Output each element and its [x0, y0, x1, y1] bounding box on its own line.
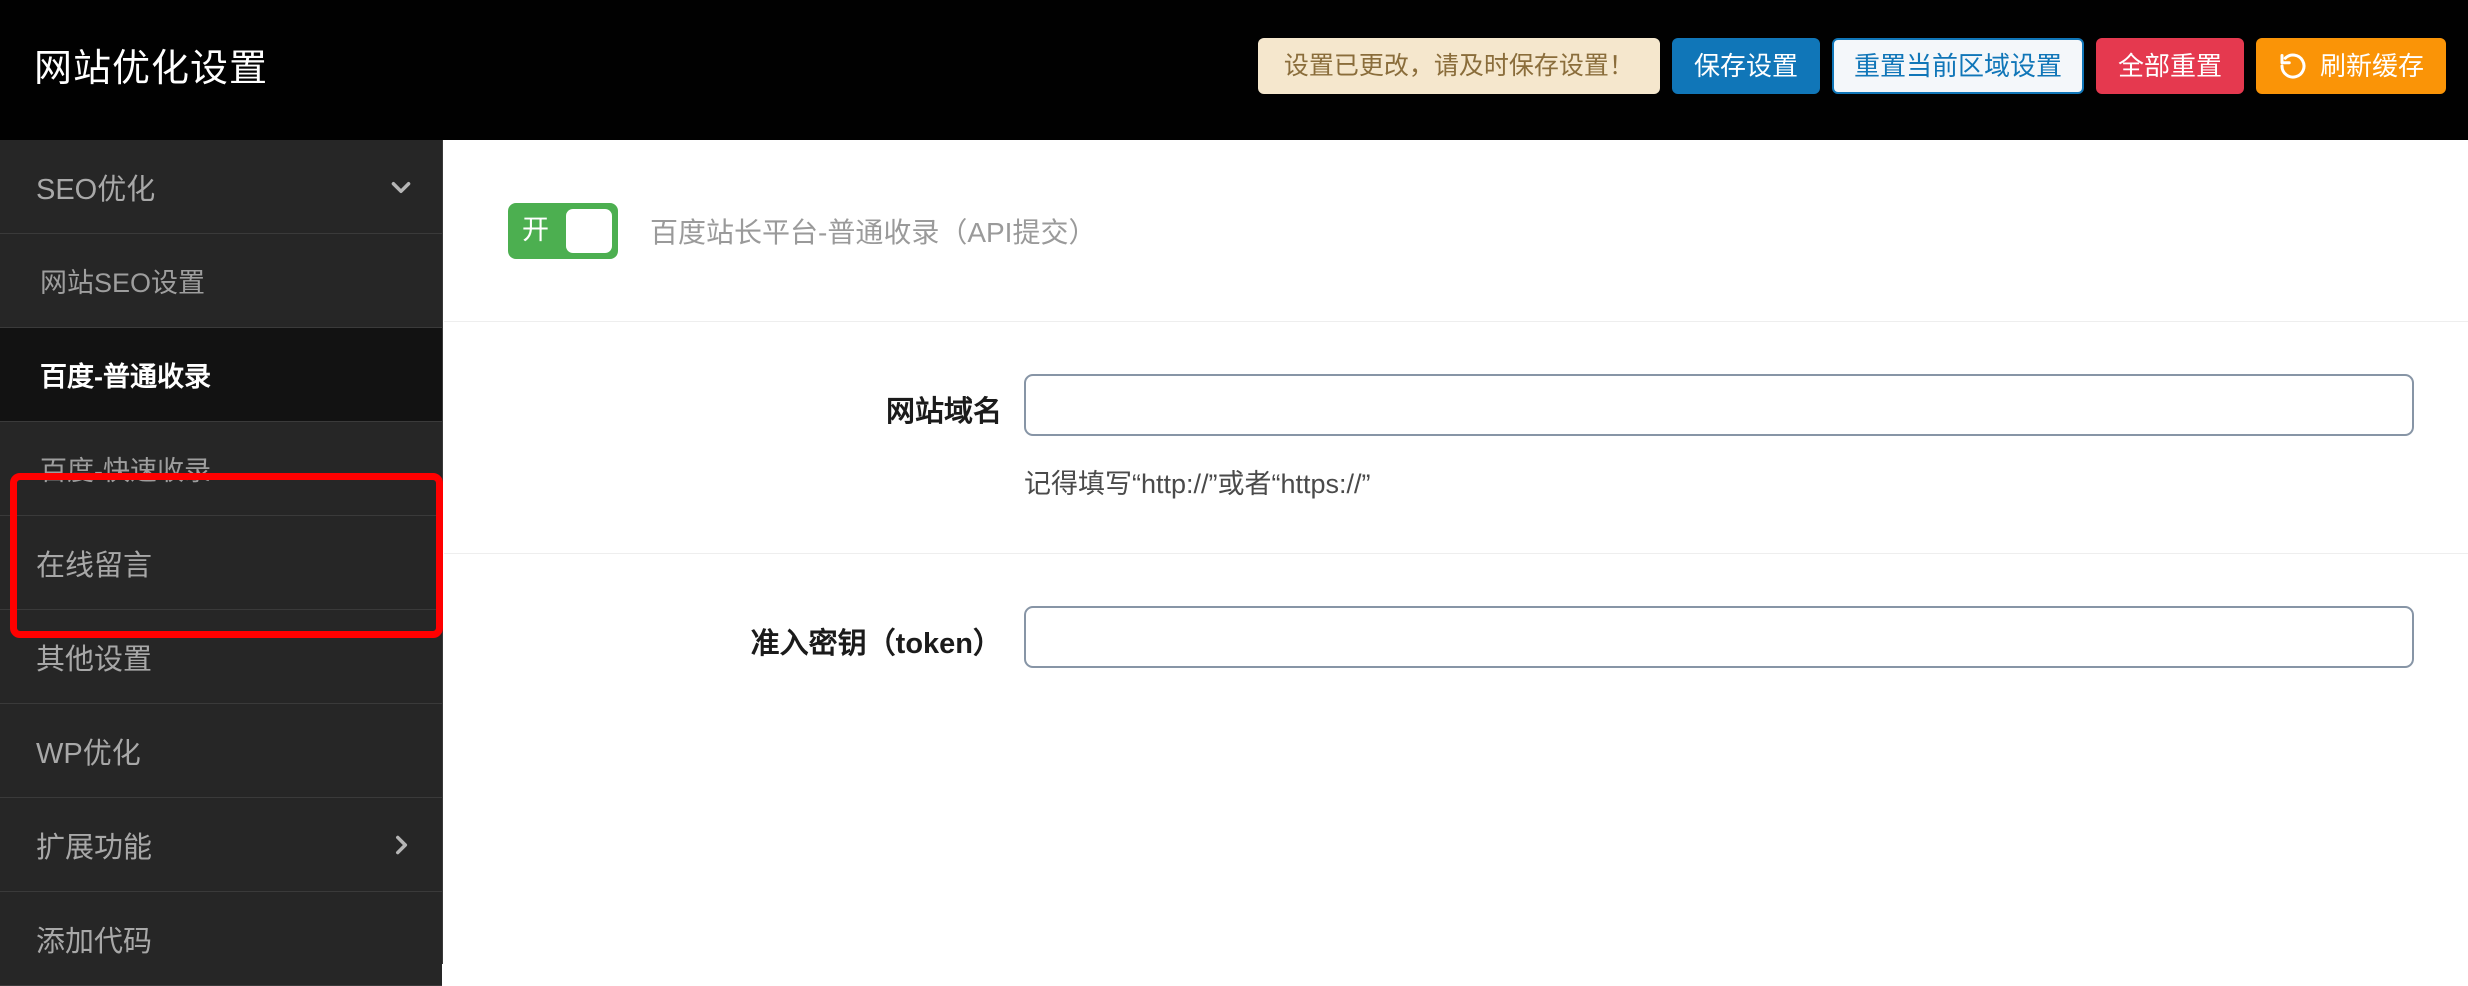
sidebar-nav: SEO优化 网站SEO设置 百度-普通收录 百度-快速收录 在线留言 其他设置 …: [0, 140, 443, 986]
settings-panel: 开 百度站长平台-普通收录（API提交） 网站域名 记得填写“http://”或…: [444, 140, 2468, 964]
baidu-normal-index-toggle[interactable]: 开: [508, 202, 618, 259]
refresh-cache-button[interactable]: 刷新缓存: [2255, 38, 2446, 94]
page-title: 网站优化设置: [34, 48, 269, 90]
sidebar-item-label: 百度-快速收录: [40, 456, 211, 486]
field-block-access-token: 准入密钥（token）: [444, 554, 2468, 716]
sidebar-item-online-message[interactable]: 在线留言: [0, 516, 442, 610]
sidebar-item-label: 网站SEO设置: [40, 268, 206, 298]
site-domain-help-text: 记得填写“http://”或者“https://”: [1024, 469, 1371, 499]
sidebar-item-label: 添加代码: [36, 925, 153, 958]
sidebar-item-wp-optimization[interactable]: WP优化: [0, 704, 442, 798]
toggle-knob: [566, 208, 612, 253]
sidebar-item-label: SEO优化: [36, 173, 156, 206]
refresh-ccw-icon: [2278, 51, 2308, 81]
header-action-group: 设置已更改，请及时保存设置！ 保存设置 重置当前区域设置 全部重置 刷新缓存: [1257, 38, 2446, 94]
module-enable-row: 开 百度站长平台-普通收录（API提交）: [444, 140, 2468, 322]
sidebar-item-label: 其他设置: [36, 643, 153, 676]
site-domain-label: 网站域名: [885, 396, 1002, 428]
module-title-label: 百度站长平台-普通收录（API提交）: [650, 216, 1097, 248]
field-row: 准入密钥（token）: [444, 554, 2468, 716]
top-header-bar: 网站优化设置 设置已更改，请及时保存设置！ 保存设置 重置当前区域设置 全部重置…: [0, 0, 2468, 140]
field-block-site-domain: 网站域名 记得填写“http://”或者“https://”: [444, 322, 2468, 554]
unsaved-changes-notice: 设置已更改，请及时保存设置！: [1257, 38, 1660, 94]
sidebar-item-label: 百度-普通收录: [40, 362, 211, 392]
save-settings-button[interactable]: 保存设置: [1671, 38, 1820, 94]
sidebar-item-baidu-fast-index[interactable]: 百度-快速收录: [0, 422, 442, 516]
field-spacer: [1024, 668, 2414, 716]
reset-current-section-button[interactable]: 重置当前区域设置: [1831, 38, 2084, 94]
access-token-input[interactable]: [1024, 606, 2414, 668]
chevron-down-icon: [388, 174, 414, 200]
field-control: [1024, 606, 2414, 716]
chevron-right-icon: [388, 832, 414, 858]
site-domain-input[interactable]: [1024, 374, 2414, 436]
sidebar-item-add-code[interactable]: 添加代码: [0, 892, 442, 986]
sidebar-item-seo-optimization[interactable]: SEO优化: [0, 140, 442, 234]
sidebar-item-label: WP优化: [36, 737, 141, 770]
field-control: 记得填写“http://”或者“https://”: [1024, 374, 2414, 553]
sidebar-item-label: 在线留言: [36, 549, 153, 582]
sidebar-item-site-seo-settings[interactable]: 网站SEO设置: [0, 234, 442, 328]
sidebar-item-baidu-normal-index[interactable]: 百度-普通收录: [0, 328, 442, 422]
field-row: 网站域名 记得填写“http://”或者“https://”: [444, 322, 2468, 553]
access-token-label: 准入密钥（token）: [750, 628, 1002, 660]
sidebar-item-extensions[interactable]: 扩展功能: [0, 798, 442, 892]
sidebar-item-label: 扩展功能: [36, 831, 153, 864]
toggle-state-label: 开: [522, 215, 549, 245]
refresh-cache-label: 刷新缓存: [2319, 51, 2424, 81]
sidebar-item-other-settings[interactable]: 其他设置: [0, 610, 442, 704]
reset-all-button[interactable]: 全部重置: [2095, 38, 2244, 94]
